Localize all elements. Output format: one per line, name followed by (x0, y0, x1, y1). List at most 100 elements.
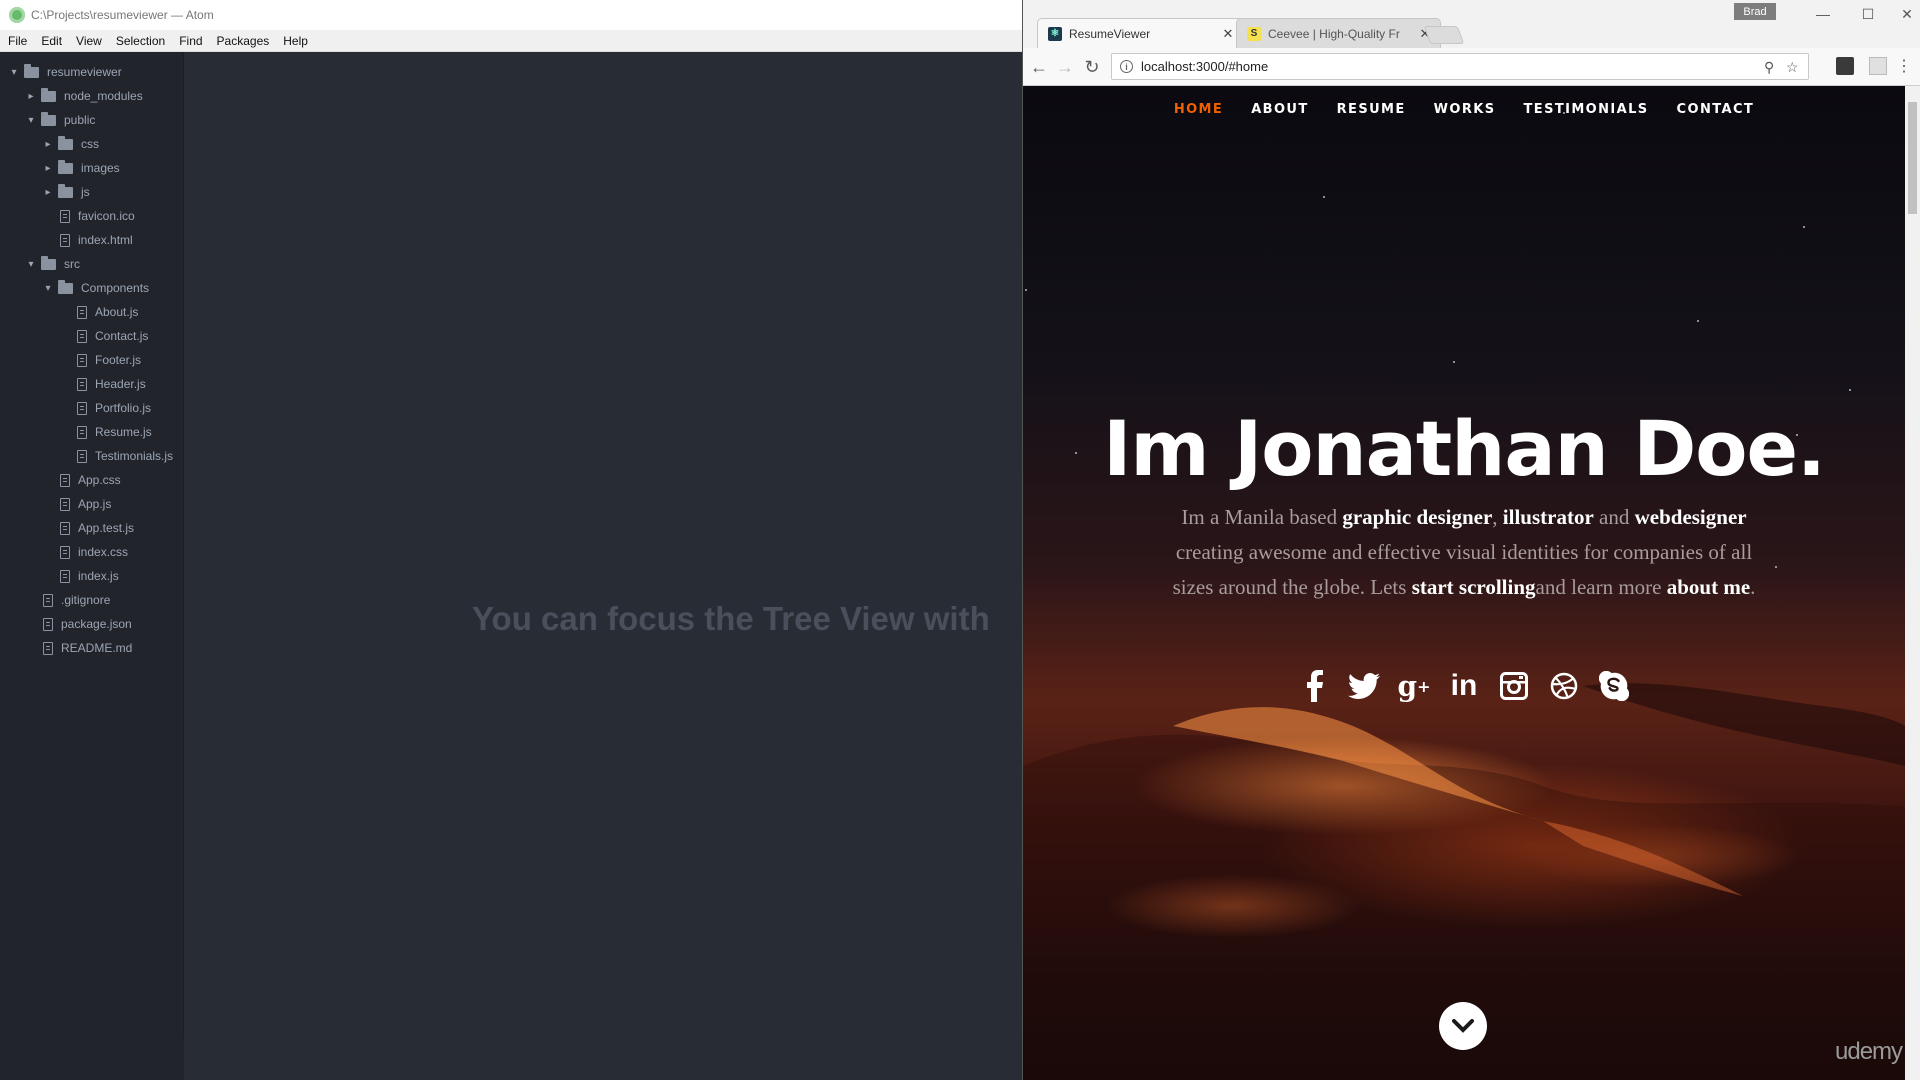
scrollbar-thumb[interactable] (1908, 102, 1917, 214)
atom-logo-icon (9, 7, 25, 23)
hero-highlight: graphic designer (1342, 505, 1493, 529)
menu-packages[interactable]: Packages (210, 34, 277, 48)
tree-item-resumeviewer[interactable]: ▾ resumeviewer (8, 60, 122, 84)
file-icon (77, 449, 87, 463)
menu-kebab-icon[interactable]: ⋮ (1893, 57, 1915, 77)
tree-item-package-json[interactable]: package.json (25, 612, 132, 636)
tree-item-footer-js[interactable]: Footer.js (59, 348, 141, 372)
window-close-icon[interactable]: ✕ (1895, 4, 1919, 24)
nav-contact[interactable]: CONTACT (1663, 102, 1769, 117)
nav-home[interactable]: HOME (1160, 102, 1237, 117)
hero-link-start-scrolling[interactable]: start scrolling (1412, 575, 1536, 599)
twitter-icon[interactable] (1346, 668, 1382, 704)
tree-item-node-modules[interactable]: ▸ node_modules (25, 84, 143, 108)
tree-item-label: Footer.js (95, 353, 142, 367)
nav-about[interactable]: ABOUT (1237, 102, 1322, 117)
chevron-down-icon[interactable]: ▾ (25, 259, 37, 270)
star (1453, 361, 1455, 363)
hero-link-about-me[interactable]: about me (1667, 575, 1750, 599)
menu-file[interactable]: File (0, 34, 34, 48)
minimize-icon[interactable]: — (1805, 4, 1841, 24)
facebook-icon[interactable] (1296, 668, 1332, 704)
chevron-right-icon[interactable]: ▸ (42, 139, 54, 150)
linkedin-icon[interactable]: in (1446, 668, 1482, 704)
atom-menubar: File Edit View Selection Find Packages H… (0, 30, 1022, 52)
tree-item-components[interactable]: ▾ Components (42, 276, 149, 300)
chevron-right-icon[interactable]: ▸ (42, 187, 54, 198)
menu-selection[interactable]: Selection (109, 34, 172, 48)
nav-testimonials[interactable]: TESTIMONIALS (1510, 102, 1663, 117)
tree-item-label: resumeviewer (47, 65, 122, 79)
chevron-right-icon[interactable]: ▸ (42, 163, 54, 174)
atom-editor-window: C:\Projects\resumeviewer — Atom File Edi… (0, 0, 1022, 1080)
bookmark-star-icon[interactable]: ☆ (1786, 59, 1799, 76)
extension-2-icon[interactable] (1869, 57, 1887, 75)
hero-highlight: webdesigner (1634, 505, 1747, 529)
file-icon (60, 521, 70, 535)
maximize-icon[interactable]: ☐ (1850, 4, 1886, 24)
tree-item-contact-js[interactable]: Contact.js (59, 324, 148, 348)
menu-find[interactable]: Find (172, 34, 209, 48)
new-tab-button[interactable] (1423, 26, 1465, 44)
google-plus-icon[interactable]: g + (1396, 668, 1432, 704)
tree-item-index-js[interactable]: index.js (42, 564, 119, 588)
dribbble-icon[interactable] (1546, 668, 1582, 704)
editor-pane[interactable]: You can focus the Tree View with (184, 52, 1022, 1080)
tree-item-app-test-js[interactable]: App.test.js (42, 516, 134, 540)
tree-item-about-js[interactable]: About.js (59, 300, 138, 324)
chevron-down-icon[interactable]: ▾ (42, 283, 54, 294)
reload-icon[interactable]: ↻ (1081, 57, 1103, 77)
menu-help[interactable]: Help (276, 34, 315, 48)
tree-item-header-js[interactable]: Header.js (59, 372, 146, 396)
menu-view[interactable]: View (69, 34, 109, 48)
chevron-down-icon[interactable]: ▾ (8, 67, 20, 78)
file-icon (43, 641, 53, 655)
tab-resumeviewer[interactable]: ⚛ ResumeViewer ✕ (1037, 18, 1244, 48)
tree-item-index-css[interactable]: index.css (42, 540, 128, 564)
tree-item-app-css[interactable]: App.css (42, 468, 121, 492)
menu-edit[interactable]: Edit (34, 34, 69, 48)
tree-item-label: images (81, 161, 120, 175)
hero-text-part: . (1750, 575, 1756, 599)
tree-item--gitignore[interactable]: .gitignore (25, 588, 110, 612)
tree-item-index-html[interactable]: index.html (42, 228, 133, 252)
tree-view[interactable]: ▾ resumeviewer ▸ node_modules ▾ public ▸ css ▸ im… (0, 52, 184, 1038)
hero-text-part: and learn more (1535, 575, 1667, 599)
tab-title: Ceevee | High-Quality Fr (1268, 26, 1400, 41)
tab-ceevee[interactable]: S Ceevee | High-Quality Fr ✕ (1236, 18, 1441, 48)
back-icon[interactable]: ← (1028, 57, 1050, 77)
tree-item-label: About.js (95, 305, 139, 319)
chrome-browser-window: ⚛ ResumeViewer ✕ S Ceevee | High-Quality… (1023, 0, 1920, 1080)
profile-badge[interactable]: Brad (1734, 3, 1776, 20)
tree-item-app-js[interactable]: App.js (42, 492, 111, 516)
scroll-down-button[interactable] (1439, 1002, 1487, 1050)
forward-icon[interactable]: → (1054, 57, 1076, 77)
instagram-icon[interactable] (1496, 668, 1532, 704)
nav-works[interactable]: WORKS (1420, 102, 1510, 117)
tree-item-label: index.js (78, 569, 119, 583)
address-bar[interactable]: i localhost:3000/#home ⚲ ☆ (1111, 53, 1809, 80)
tree-item-css[interactable]: ▸ css (42, 132, 99, 156)
tree-item-readme-md[interactable]: README.md (25, 636, 132, 660)
page-scrollbar[interactable] (1905, 86, 1920, 1080)
tree-item-src[interactable]: ▾ src (25, 252, 80, 276)
nav-resume[interactable]: RESUME (1323, 102, 1420, 117)
tab-title: ResumeViewer (1069, 26, 1151, 41)
tree-item-public[interactable]: ▾ public (25, 108, 95, 132)
tree-item-portfolio-js[interactable]: Portfolio.js (59, 396, 151, 420)
tree-item-images[interactable]: ▸ images (42, 156, 120, 180)
chevron-down-icon[interactable]: ▾ (25, 115, 37, 126)
star (1697, 320, 1699, 322)
tree-item-js[interactable]: ▸ js (42, 180, 90, 204)
chevron-right-icon[interactable]: ▸ (25, 91, 37, 102)
close-icon[interactable]: ✕ (1219, 26, 1237, 42)
skype-icon[interactable] (1596, 668, 1632, 704)
tree-item-label: index.html (78, 233, 133, 247)
tree-item-testimonials-js[interactable]: Testimonials.js (59, 444, 173, 468)
tree-item-label: favicon.ico (78, 209, 135, 223)
zoom-icon[interactable]: ⚲ (1764, 59, 1774, 76)
tree-item-favicon-ico[interactable]: favicon.ico (42, 204, 135, 228)
extension-icon[interactable] (1836, 57, 1854, 75)
tree-item-resume-js[interactable]: Resume.js (59, 420, 152, 444)
info-icon[interactable]: i (1120, 60, 1133, 73)
